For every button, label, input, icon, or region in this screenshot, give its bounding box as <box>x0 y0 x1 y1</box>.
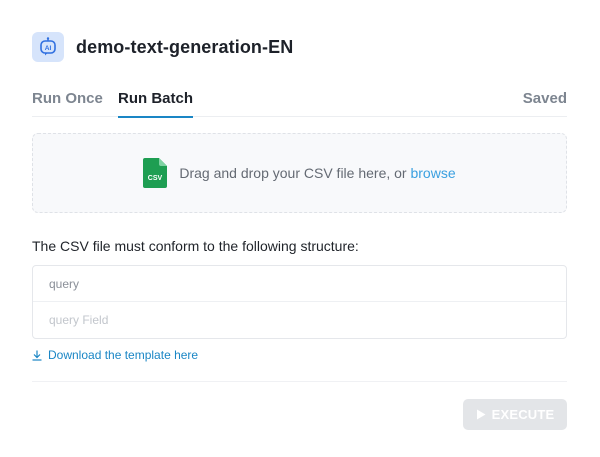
download-icon <box>32 350 42 361</box>
download-template-label: Download the template here <box>48 348 199 362</box>
svg-text:CSV: CSV <box>148 175 163 182</box>
dropzone-text: Drag and drop your CSV file here, or bro… <box>179 165 456 181</box>
ai-robot-icon: AI <box>32 32 64 62</box>
structure-placeholder-row: query Field <box>49 313 109 327</box>
saved-status: Saved <box>522 90 567 107</box>
structure-description: The CSV file must conform to the followi… <box>32 238 359 254</box>
csv-structure-table: query query Field <box>32 265 567 339</box>
execute-label: EXECUTE <box>491 407 555 422</box>
structure-column-header: query <box>33 266 566 302</box>
tab-bar: Run Once Run Batch Saved <box>32 88 567 118</box>
tab-run-batch[interactable]: Run Batch <box>118 88 193 118</box>
execute-button[interactable]: EXECUTE <box>463 399 567 430</box>
divider <box>32 381 567 382</box>
play-icon <box>476 409 486 420</box>
app-header: AI demo-text-generation-EN <box>32 32 293 62</box>
svg-text:AI: AI <box>45 45 52 52</box>
tab-run-once[interactable]: Run Once <box>32 88 103 117</box>
csv-dropzone[interactable]: CSV Drag and drop your CSV file here, or… <box>32 133 567 213</box>
browse-link[interactable]: browse <box>410 165 455 181</box>
download-template-link[interactable]: Download the template here <box>32 348 198 362</box>
csv-file-icon: CSV <box>143 158 168 188</box>
app-title: demo-text-generation-EN <box>76 36 294 57</box>
